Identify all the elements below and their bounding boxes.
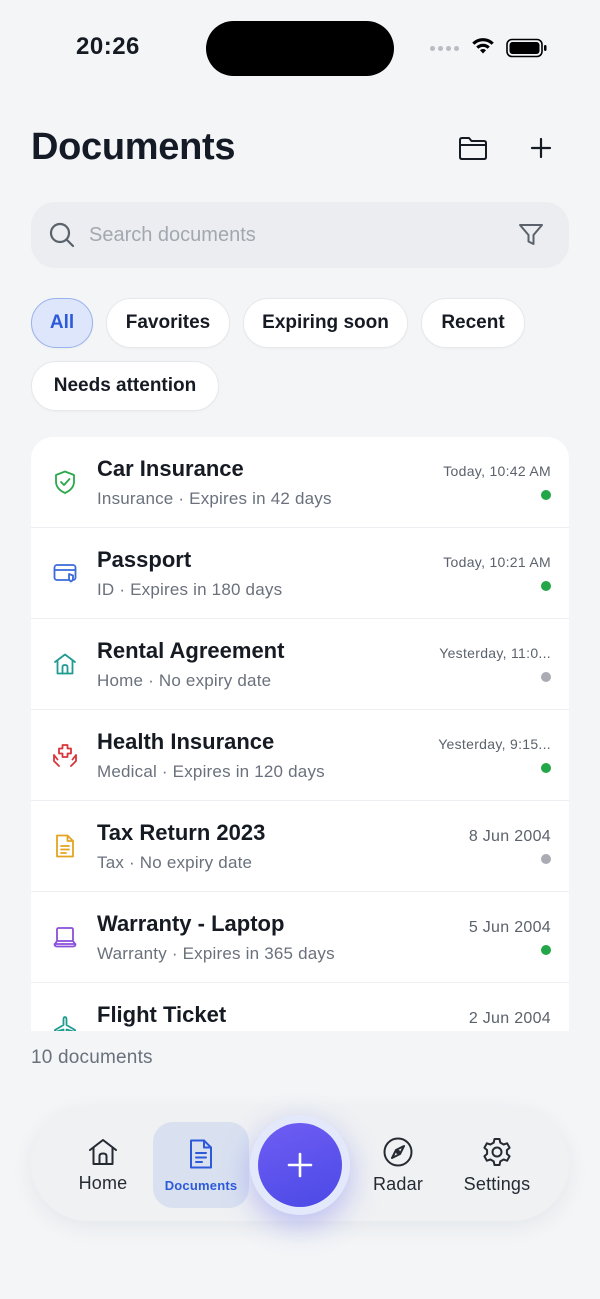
search-input[interactable] xyxy=(89,220,489,250)
chip-recent[interactable]: Recent xyxy=(421,298,525,348)
document-date: 8 Jun 2004 xyxy=(468,828,551,845)
document-icon xyxy=(56,834,74,858)
gear-icon xyxy=(483,1137,511,1166)
id-card-icon xyxy=(53,564,77,583)
document-date: 5 Jun 2004 xyxy=(468,919,551,936)
compass-icon xyxy=(383,1137,413,1166)
page-title: Documents xyxy=(31,126,236,168)
document-row-flight-ticket[interactable]: Flight Ticket 2 Jun 2004 xyxy=(31,983,569,1031)
document-subtitle: ID · Expires in 180 days xyxy=(97,580,283,599)
document-date: 2 Jun 2004 xyxy=(468,1010,551,1027)
chip-needs-attention[interactable]: Needs attention xyxy=(31,361,219,411)
document-row-rental-agreement[interactable]: Rental Agreement Home · No expiry date Y… xyxy=(31,619,569,710)
add-document-button[interactable] xyxy=(521,128,561,168)
status-dot xyxy=(541,854,551,864)
chip-expiring-soon[interactable]: Expiring soon xyxy=(243,298,408,348)
document-row-warranty-laptop[interactable]: Warranty - Laptop Warranty · Expires in … xyxy=(31,892,569,983)
plus-icon xyxy=(530,137,552,159)
status-dot xyxy=(541,945,551,955)
document-name: Flight Ticket xyxy=(97,1002,227,1027)
document-subtitle: Medical · Expires in 120 days xyxy=(97,762,325,781)
status-bar: 20:26 xyxy=(0,0,600,100)
status-time: 20:26 xyxy=(76,33,140,60)
document-name: Car Insurance xyxy=(97,456,244,481)
chip-all[interactable]: All xyxy=(31,298,93,348)
document-subtitle: Tax · No expiry date xyxy=(97,853,253,872)
tab-settings[interactable]: Settings xyxy=(451,1122,543,1208)
tab-radar[interactable]: Radar xyxy=(361,1122,435,1208)
document-name: Tax Return 2023 xyxy=(97,820,266,845)
filter-icon[interactable] xyxy=(517,221,545,249)
document-date: Yesterday, 11:0... xyxy=(439,645,551,661)
shield-check-icon xyxy=(55,470,75,494)
document-date: Today, 10:21 AM xyxy=(443,554,551,570)
laptop-icon xyxy=(53,927,77,948)
search-icon xyxy=(49,222,75,248)
tab-label: Home xyxy=(78,1172,128,1193)
document-count: 10 documents xyxy=(31,1047,153,1068)
wifi-icon xyxy=(472,38,494,54)
tab-label: Settings xyxy=(463,1173,531,1194)
chip-favorites[interactable]: Favorites xyxy=(106,298,230,348)
document-subtitle: Warranty · Expires in 365 days xyxy=(97,944,335,963)
document-date: Yesterday, 9:15... xyxy=(438,736,551,752)
signal-icon xyxy=(430,46,459,51)
plus-icon xyxy=(287,1152,313,1178)
medical-hands-icon xyxy=(53,744,77,767)
document-name: Health Insurance xyxy=(97,729,275,754)
document-icon xyxy=(190,1139,212,1168)
document-name: Passport xyxy=(97,547,192,572)
document-name: Warranty - Laptop xyxy=(97,911,285,936)
document-date: Today, 10:42 AM xyxy=(443,463,551,479)
document-row-passport[interactable]: Passport ID · Expires in 180 days Today,… xyxy=(31,528,569,619)
home-icon xyxy=(54,653,76,675)
document-list: Car Insurance Insurance · Expires in 42 … xyxy=(31,437,569,1031)
tab-label: Documents xyxy=(164,1177,238,1193)
document-row-health-insurance[interactable]: Health Insurance Medical · Expires in 12… xyxy=(31,710,569,801)
home-icon xyxy=(89,1138,117,1165)
status-dot xyxy=(541,763,551,773)
document-subtitle: Home · No expiry date xyxy=(97,671,272,690)
document-name: Rental Agreement xyxy=(97,638,285,663)
status-dot xyxy=(541,581,551,591)
search-bar xyxy=(31,202,569,268)
add-fab-button[interactable] xyxy=(258,1123,342,1207)
folder-button[interactable] xyxy=(453,128,493,168)
document-row-car-insurance[interactable]: Car Insurance Insurance · Expires in 42 … xyxy=(31,437,569,528)
dynamic-island xyxy=(206,21,394,76)
document-subtitle: Insurance · Expires in 42 days xyxy=(97,489,332,508)
battery-icon xyxy=(506,38,547,58)
document-row-tax-return[interactable]: Tax Return 2023 Tax · No expiry date 8 J… xyxy=(31,801,569,892)
airplane-icon xyxy=(54,1016,76,1031)
folder-icon xyxy=(459,137,487,160)
status-dot xyxy=(541,490,551,500)
status-dot xyxy=(541,672,551,682)
tab-label: Radar xyxy=(372,1173,424,1194)
tab-documents[interactable]: Documents xyxy=(153,1122,249,1208)
tab-home[interactable]: Home xyxy=(61,1122,145,1208)
